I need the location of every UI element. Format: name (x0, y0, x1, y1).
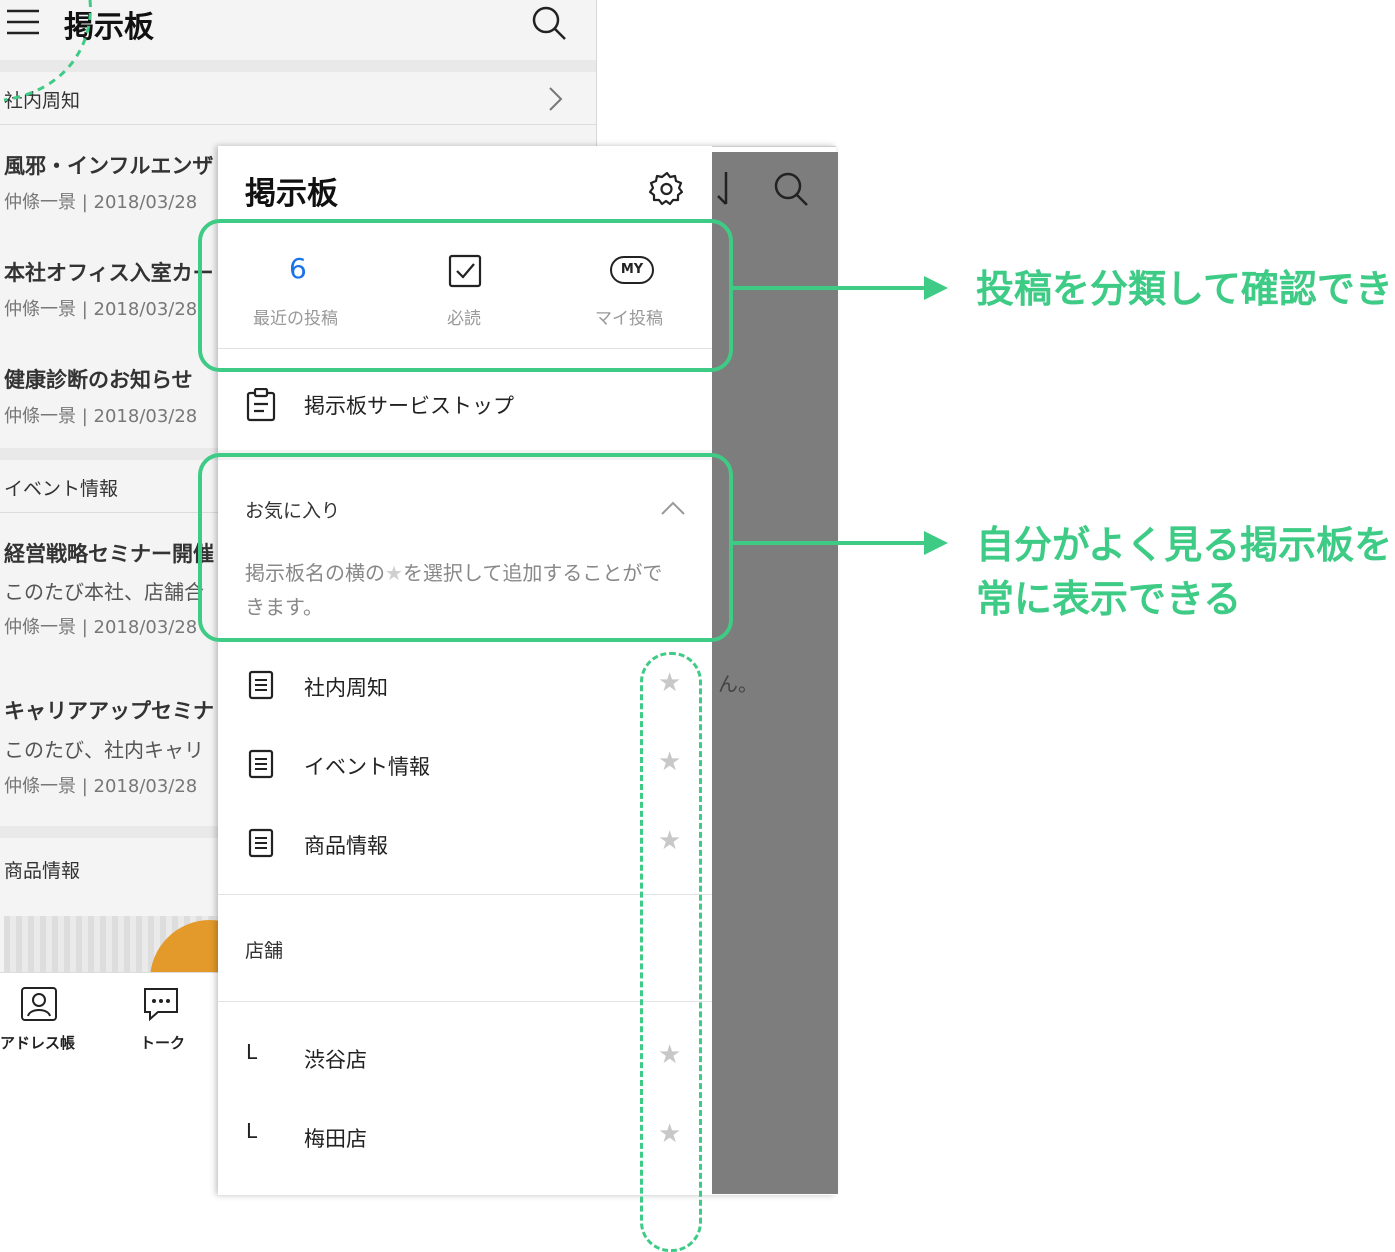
post-title[interactable]: 風邪・インフルエンザ (4, 150, 213, 180)
board-label: イベント情報 (304, 755, 430, 779)
store-group-header[interactable]: 店舗 (245, 936, 283, 963)
annotation-box-favorites (198, 453, 733, 642)
store-item[interactable]: L 梅田店 ★ (218, 1107, 712, 1167)
arrow-head-icon (924, 276, 948, 304)
chevron-right-icon (548, 86, 564, 116)
section-header-event[interactable]: イベント情報 (4, 474, 118, 501)
post-title[interactable]: 経営戦略セミナー開催 (4, 538, 214, 568)
annotation-callout: 常に表示できる (976, 577, 1242, 621)
tab-label: トーク (140, 1034, 186, 1052)
post-meta: 仲條一景 | 2018/03/28 (4, 299, 198, 320)
clipboard-icon (246, 387, 276, 426)
dimmed-text: ん。 (718, 672, 758, 696)
tab-label: アドレス帳 (0, 1034, 76, 1052)
post-meta: 仲條一景 | 2018/03/28 (4, 776, 198, 797)
document-icon (248, 749, 274, 783)
tab-talk[interactable]: トーク (130, 982, 200, 1052)
board-item[interactable]: イベント情報 ★ (218, 735, 712, 795)
store-label: 渋谷店 (304, 1048, 367, 1072)
post-meta: 仲條一景 | 2018/03/28 (4, 192, 198, 213)
address-book-icon (20, 986, 58, 1026)
post-title[interactable]: キャリアアップセミナ (4, 695, 214, 725)
post-title[interactable]: 本社オフィス入室カー (4, 257, 214, 287)
gear-icon[interactable] (648, 170, 686, 212)
board-item[interactable]: 社内周知 ★ (218, 656, 712, 716)
annotation-arrow-line (733, 541, 928, 545)
section-header-product[interactable]: 商品情報 (4, 856, 80, 883)
sub-item-marker: L (246, 1119, 258, 1143)
board-item[interactable]: 商品情報 ★ (218, 814, 712, 874)
annotation-dashed-star-column (640, 652, 702, 1252)
annotation-arrow-line (733, 286, 928, 290)
search-icon (772, 170, 810, 212)
post-meta: 仲條一景 | 2018/03/28 (4, 406, 198, 427)
divider (0, 124, 596, 125)
post-meta: 仲條一景 | 2018/03/28 (4, 617, 198, 638)
drawer-title: 掲示板 (245, 176, 338, 212)
service-top-label: 掲示板サービストップ (304, 394, 514, 418)
post-excerpt: このたび、社内キャリ (4, 738, 204, 762)
annotation-callout: 自分がよく見る掲示板を (976, 523, 1393, 567)
store-item[interactable]: L 渋谷店 ★ (218, 1028, 712, 1088)
store-label: 梅田店 (304, 1127, 367, 1151)
sub-item-marker: L (246, 1040, 258, 1064)
annotation-callout: 投稿を分類して確認でき (976, 267, 1393, 311)
annotation-box-summary (198, 219, 733, 372)
sort-icon (712, 170, 736, 210)
search-icon[interactable] (530, 4, 568, 42)
document-icon (248, 670, 274, 704)
service-top-link[interactable]: 掲示板サービストップ (218, 372, 712, 436)
document-icon (248, 828, 274, 862)
divider (218, 1001, 712, 1002)
post-title[interactable]: 健康診断のお知らせ (4, 364, 193, 394)
board-label: 社内周知 (304, 676, 388, 700)
board-label: 商品情報 (304, 834, 388, 858)
divider (218, 894, 712, 895)
post-excerpt: このたび本社、店舗合 (4, 580, 204, 604)
tab-address-book[interactable]: アドレス帳 (0, 982, 80, 1052)
chat-icon (142, 986, 180, 1026)
annotation-dashed-curve (0, 0, 100, 108)
arrow-head-icon (924, 531, 948, 559)
